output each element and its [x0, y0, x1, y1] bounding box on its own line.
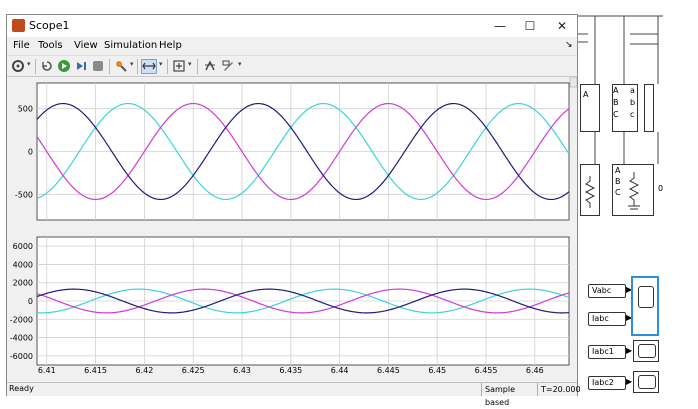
x-tick-label: 6.43 — [233, 366, 251, 375]
menu-bar: File Tools View Simulation Help ↘ — [7, 37, 577, 55]
x-tick-label: 6.455 — [475, 366, 498, 375]
x-tick-label: 6.445 — [377, 366, 400, 375]
zoom-dropdown-icon[interactable]: ▾ — [159, 60, 163, 68]
x-tick-label: 6.41 — [38, 366, 56, 375]
load-port-B: B — [615, 177, 621, 186]
scope-screen-icon — [638, 375, 656, 389]
style-dropdown-icon[interactable]: ▾ — [238, 60, 242, 68]
y-tick-label: 0 — [28, 297, 33, 306]
status-bar: Ready Sample based T=20.000 — [7, 382, 581, 407]
load-port-A: A — [615, 166, 621, 175]
goto-tag-iabc2[interactable]: Iabc2 — [588, 376, 626, 390]
plot-area: 500 0 -500 6.41 6.415 6.42 6.425 6.43 6.435 6.44 6… — [7, 76, 578, 382]
y-tick-label: 6000 — [13, 242, 33, 251]
restore-icon[interactable] — [39, 59, 55, 74]
matlab-app-icon — [12, 19, 25, 32]
toolbar: ▾ ▾ ▾ ▾ ▾ — [7, 55, 577, 77]
highlight-dropdown-icon[interactable]: ▾ — [130, 60, 134, 68]
y-tick-label: 2000 — [13, 279, 33, 288]
resistor-icon — [628, 172, 640, 210]
y-tick-label: 4000 — [13, 260, 33, 269]
side-value-label: 0 — [658, 184, 664, 193]
gear-dropdown-icon[interactable]: ▾ — [27, 60, 31, 68]
run-icon[interactable] — [56, 59, 72, 74]
scope-block-selected[interactable] — [631, 276, 659, 336]
cursor-icon[interactable] — [202, 59, 218, 74]
x-tick-label: 6.425 — [182, 366, 205, 375]
goto-tag-vabc[interactable]: Vabc — [588, 284, 626, 298]
scope-screen-icon — [638, 344, 656, 358]
goto-tag-iabc[interactable]: Iabc — [588, 312, 626, 326]
scope-block-1[interactable] — [633, 340, 659, 362]
menu-view[interactable]: View — [74, 40, 98, 51]
y-tick-label: 0 — [28, 148, 33, 157]
menu-file[interactable]: File — [13, 40, 30, 51]
port-label-C: C — [613, 110, 619, 119]
port-label-lower-b: b — [630, 98, 636, 107]
x-tick-label: 6.435 — [279, 366, 302, 375]
fit-dropdown-icon[interactable]: ▾ — [188, 60, 192, 68]
maximize-button[interactable]: ☐ — [515, 15, 545, 37]
port-label-B: B — [613, 98, 619, 107]
menu-help[interactable]: Help — [159, 40, 182, 51]
x-tick-label: 6.415 — [84, 366, 107, 375]
x-tick-label: 6.42 — [135, 366, 153, 375]
arrow-icon: ▶ — [626, 346, 633, 355]
port-label-a: A — [583, 90, 589, 99]
arrow-icon: ▶ — [626, 377, 633, 386]
load-port-C: C — [615, 188, 621, 197]
status-sim-time: T=20.000 — [537, 383, 581, 396]
resistor-icon-left — [584, 176, 596, 208]
scope-window: Scope1 — ☐ ✕ File Tools View Simulation … — [6, 14, 581, 407]
goto-tag-iabc1[interactable]: Iabc1 — [588, 345, 626, 359]
close-button[interactable]: ✕ — [547, 15, 577, 37]
scroll-up-icon[interactable] — [569, 76, 578, 88]
x-tick-label: 6.45 — [428, 366, 446, 375]
y-tick-label: -500 — [15, 190, 33, 199]
x-tick-label: 6.46 — [526, 366, 544, 375]
window-title: Scope1 — [29, 19, 70, 32]
measurement-block-right[interactable] — [644, 84, 654, 132]
toolbar-separator — [167, 59, 168, 74]
status-sample-mode: Sample based — [481, 383, 537, 407]
stop-icon[interactable] — [90, 59, 106, 74]
simulink-diagram: A A B C a b c A B C 0 Vabc ▶ Iabc ▶ Iabc… — [578, 14, 698, 404]
port-label-A: A — [613, 86, 619, 95]
port-label-lower-c: c — [630, 110, 635, 119]
highlight-icon[interactable] — [113, 59, 129, 74]
y-tick-label: 500 — [18, 105, 33, 114]
scope-plots[interactable]: 500 0 -500 6.41 6.415 6.42 6.425 6.43 6.435 6.44 6… — [7, 76, 578, 382]
toolbar-separator — [109, 59, 110, 74]
expand-toolstrip-icon[interactable]: ↘ — [565, 40, 573, 50]
minimize-button[interactable]: — — [485, 15, 515, 37]
toolbar-separator — [137, 59, 138, 74]
y-tick-label: -2000 — [10, 315, 33, 324]
x-tick-label: 6.44 — [331, 366, 349, 375]
status-ready: Ready — [9, 384, 34, 393]
menu-tools[interactable]: Tools — [38, 40, 63, 51]
scope-screen-icon — [638, 286, 654, 308]
zoom-icon[interactable] — [141, 59, 157, 74]
scope-block-2[interactable] — [633, 371, 659, 393]
step-forward-icon[interactable] — [73, 59, 89, 74]
toolbar-separator — [35, 59, 36, 74]
style-icon[interactable] — [220, 59, 236, 74]
gear-icon[interactable] — [10, 59, 26, 74]
y-tick-label: -4000 — [10, 334, 33, 343]
port-label-lower-a: a — [630, 86, 635, 95]
menu-simulation[interactable]: Simulation — [104, 40, 157, 51]
fit-icon[interactable] — [171, 59, 187, 74]
toolbar-separator — [197, 59, 198, 74]
y-tick-label: -6000 — [10, 352, 33, 361]
title-bar[interactable]: Scope1 — ☐ ✕ — [7, 15, 577, 37]
